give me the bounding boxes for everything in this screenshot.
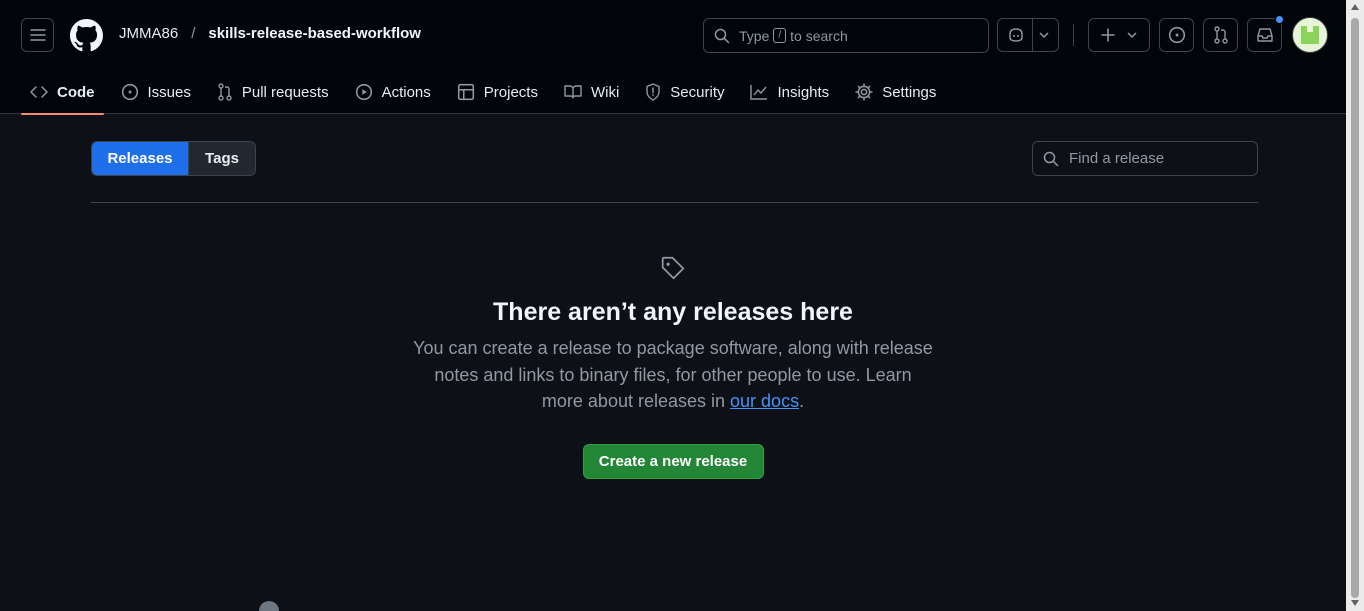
app-header: JMMA86 / skills-release-based-workflow T… — [0, 0, 1346, 115]
github-logo-icon[interactable] — [70, 19, 103, 52]
tab-security[interactable]: Security — [636, 70, 733, 114]
breadcrumb: JMMA86 / skills-release-based-workflow — [119, 25, 421, 42]
toolbar-divider — [1073, 24, 1074, 46]
tab-label: Wiki — [590, 83, 620, 101]
tab-label: Projects — [483, 83, 538, 101]
search-icon — [1043, 151, 1059, 166]
tab-insights[interactable]: Insights — [741, 70, 838, 114]
hamburger-icon — [29, 29, 46, 41]
graph-icon — [750, 85, 768, 100]
tab-tags[interactable]: Tags — [188, 142, 255, 175]
tab-wiki[interactable]: Wiki — [555, 70, 628, 114]
table-icon — [457, 83, 474, 101]
docs-link[interactable]: our docs — [730, 391, 799, 411]
find-release-input[interactable]: Find a release — [1032, 141, 1258, 176]
create-release-button[interactable]: Create a new release — [582, 443, 764, 479]
book-icon — [564, 85, 582, 99]
search-icon — [714, 28, 730, 43]
scrollbar[interactable] — [1346, 0, 1364, 611]
search-prefix: Type — [739, 27, 770, 44]
pull-request-icon — [1213, 26, 1228, 44]
tab-code[interactable]: Code — [21, 70, 104, 115]
shield-icon — [646, 83, 660, 101]
blankslate-description: You can create a release to package soft… — [413, 335, 933, 415]
gear-icon — [855, 83, 873, 101]
repo-nav: Code Issues Pull requests Actions Projec… — [21, 70, 953, 115]
search-shortcut-key: / — [773, 28, 787, 43]
tab-pull-requests[interactable]: Pull requests — [208, 70, 338, 114]
blankslate-title: There aren’t any releases here — [493, 298, 853, 326]
tag-icon — [661, 256, 685, 280]
tab-releases[interactable]: Releases — [92, 142, 188, 175]
blankslate: There aren’t any releases here You can c… — [0, 255, 1346, 479]
find-release-placeholder: Find a release — [1069, 150, 1165, 167]
plus-icon — [1101, 28, 1115, 42]
inbox-icon — [1256, 28, 1273, 42]
code-icon — [30, 86, 48, 98]
search-suffix: to search — [790, 27, 848, 44]
copilot-button[interactable] — [997, 18, 1059, 52]
blankslate-period: . — [799, 391, 805, 411]
issue-icon — [121, 83, 138, 101]
identicon-icon — [1301, 26, 1319, 44]
notification-indicator — [1275, 15, 1284, 24]
tab-label: Insights — [777, 83, 830, 101]
tab-label: Security — [670, 83, 725, 101]
tab-projects[interactable]: Projects — [448, 70, 547, 114]
tab-actions[interactable]: Actions — [346, 70, 440, 114]
scroll-down-arrow-icon[interactable] — [1351, 600, 1359, 606]
play-icon — [355, 83, 372, 101]
tab-settings[interactable]: Settings — [846, 70, 945, 114]
chevron-down-icon[interactable] — [1039, 32, 1049, 38]
tab-label: Issues — [147, 83, 191, 101]
issues-button[interactable] — [1159, 18, 1194, 52]
tab-label: Code — [57, 83, 95, 101]
owner-link[interactable]: JMMA86 — [119, 25, 178, 42]
pull-request-icon — [218, 83, 232, 101]
global-bar: JMMA86 / skills-release-based-workflow T… — [0, 0, 1346, 70]
create-new-button[interactable] — [1088, 18, 1150, 52]
avatar[interactable] — [1292, 17, 1328, 53]
tab-label: Settings — [882, 83, 937, 101]
blankslate-text: You can create a release to package soft… — [413, 338, 933, 411]
section-divider — [91, 202, 1258, 203]
releases-tags-switch: Releases Tags — [91, 141, 256, 176]
global-search-input[interactable]: Type / to search — [703, 18, 989, 53]
menu-button[interactable] — [21, 18, 54, 52]
github-footer-logo-icon — [259, 601, 279, 611]
copilot-icon — [1009, 28, 1023, 42]
tab-label: Actions — [381, 83, 431, 101]
repo-link[interactable]: skills-release-based-workflow — [208, 25, 421, 42]
issue-icon — [1168, 26, 1185, 44]
breadcrumb-separator: / — [191, 25, 196, 42]
tab-label: Pull requests — [241, 83, 329, 101]
chevron-down-icon — [1127, 32, 1137, 38]
pull-requests-button[interactable] — [1203, 18, 1238, 52]
scroll-thumb[interactable] — [1351, 18, 1359, 598]
tab-issues[interactable]: Issues — [112, 70, 200, 114]
scroll-up-arrow-icon[interactable] — [1351, 4, 1359, 10]
